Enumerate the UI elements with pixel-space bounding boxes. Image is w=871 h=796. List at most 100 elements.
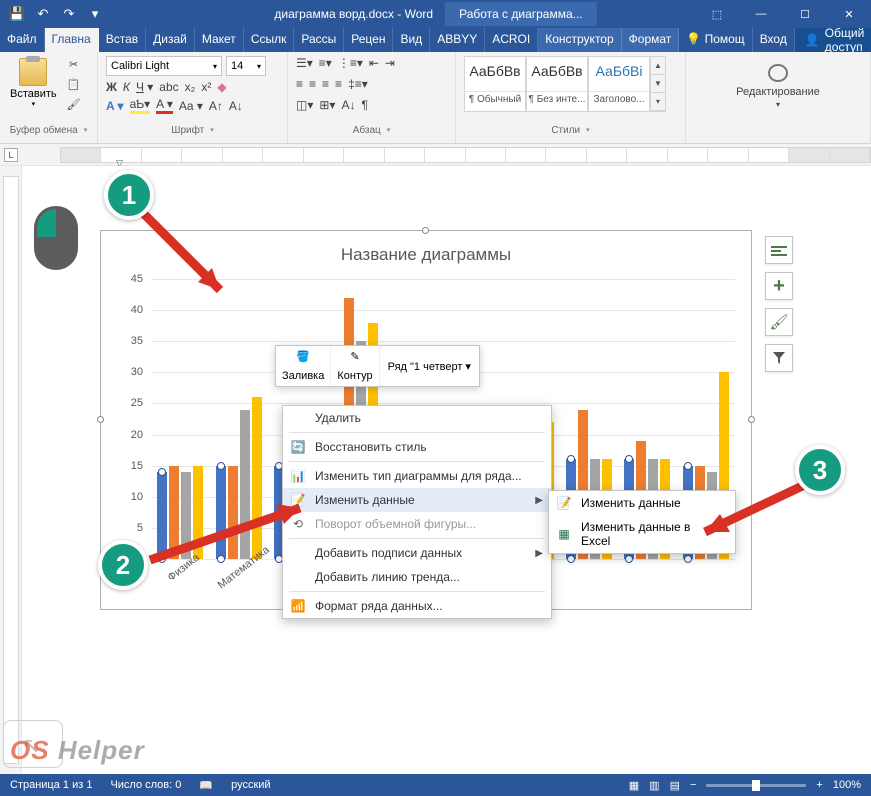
style-no-spacing[interactable]: АаБбВв¶ Без инте... <box>526 56 588 112</box>
font-color-button[interactable]: A ▾ <box>156 97 173 114</box>
underline-button[interactable]: Ч ▾ <box>136 80 153 94</box>
copy-button[interactable]: 📋 <box>65 76 83 92</box>
styles-down-button[interactable]: ▼ <box>651 75 665 93</box>
tab-abbyy[interactable]: ABBYY <box>430 28 485 52</box>
tab-references[interactable]: Ссылк <box>244 28 295 52</box>
menu-3d-rotation[interactable]: ⟲Поворот объемной фигуры... <box>283 512 551 536</box>
undo-button[interactable]: ↶ <box>32 3 54 25</box>
shrink-font-button[interactable]: A↓ <box>229 99 243 113</box>
cut-button[interactable]: ✂ <box>65 56 83 72</box>
zoom-level[interactable]: 100% <box>833 779 861 791</box>
menu-add-data-labels[interactable]: Добавить подписи данных▶ <box>283 541 551 565</box>
menu-delete[interactable]: Удалить <box>283 406 551 430</box>
maximize-button[interactable]: ☐ <box>783 0 827 28</box>
zoom-slider[interactable] <box>706 784 806 787</box>
menu-reset-style[interactable]: 🔄Восстановить стиль <box>283 435 551 459</box>
align-right-button[interactable]: ≡ <box>322 77 329 91</box>
document-title: диаграмма ворд.docx - Word <box>274 7 433 21</box>
fill-button[interactable]: 🪣Заливка <box>276 346 331 386</box>
editing-button[interactable]: Редактирование▾ <box>694 56 862 116</box>
sort-button[interactable]: A↓ <box>341 98 355 112</box>
tab-view[interactable]: Вид <box>393 28 430 52</box>
tab-insert[interactable]: Встав <box>99 28 146 52</box>
tab-design[interactable]: Дизай <box>146 28 195 52</box>
tab-home[interactable]: Главна <box>45 28 99 52</box>
style-normal[interactable]: АаБбВв¶ Обычный <box>464 56 526 112</box>
word-count[interactable]: Число слов: 0 <box>110 779 181 791</box>
shading-button[interactable]: ◫▾ <box>296 98 313 112</box>
tab-layout[interactable]: Макет <box>195 28 244 52</box>
page-indicator[interactable]: Страница 1 из 1 <box>10 779 92 791</box>
tab-file[interactable]: Файл <box>0 28 45 52</box>
minimize-button[interactable]: — <box>739 0 783 28</box>
close-button[interactable]: ✕ <box>827 0 871 28</box>
increase-indent-button[interactable]: ⇥ <box>385 56 395 70</box>
format-painter-button[interactable]: 🖌 <box>65 96 83 112</box>
align-left-button[interactable]: ≡ <box>296 77 303 91</box>
sign-in-button[interactable]: Вход <box>753 28 795 52</box>
styles-up-button[interactable]: ▲ <box>651 57 665 75</box>
decrease-indent-button[interactable]: ⇤ <box>369 56 379 70</box>
chart-filter-button[interactable] <box>765 344 793 372</box>
zoom-in-button[interactable]: + <box>816 779 822 791</box>
menu-format-series[interactable]: 📶Формат ряда данных... <box>283 594 551 618</box>
grow-font-button[interactable]: A↑ <box>209 99 223 113</box>
print-layout-button[interactable]: ▥ <box>649 779 659 792</box>
menu-edit-data[interactable]: 📝Изменить данные▶ <box>283 488 551 512</box>
align-center-button[interactable]: ≡ <box>309 77 316 91</box>
tell-me-button[interactable]: 💡 Помощ <box>679 28 752 52</box>
line-spacing-button[interactable]: ‡≡▾ <box>348 77 368 91</box>
tab-review[interactable]: Рецен <box>344 28 393 52</box>
style-heading1[interactable]: АаБбВіЗаголово... <box>588 56 650 112</box>
superscript-button[interactable]: x² <box>201 80 211 94</box>
horizontal-ruler[interactable]: L ▽ <box>0 144 871 166</box>
series-selector[interactable]: Ряд "1 четверт ▾ <box>380 350 479 383</box>
share-button[interactable]: 👤 Общий доступ <box>795 28 871 52</box>
resize-handle-n[interactable] <box>422 227 429 234</box>
bold-button[interactable]: Ж <box>106 80 117 94</box>
change-case-button[interactable]: Aa ▾ <box>179 99 203 113</box>
redo-button[interactable]: ↷ <box>58 3 80 25</box>
vertical-ruler[interactable] <box>0 166 22 774</box>
subscript-button[interactable]: x₂ <box>185 80 196 94</box>
tab-mailings[interactable]: Рассы <box>294 28 344 52</box>
chart-layout-button[interactable] <box>765 236 793 264</box>
qat-customize[interactable]: ▾ <box>84 3 106 25</box>
chart-styles-button[interactable]: 🖌 <box>765 308 793 336</box>
show-marks-button[interactable]: ¶ <box>361 98 367 112</box>
menu-add-trendline[interactable]: Добавить линию тренда... <box>283 565 551 589</box>
language-button[interactable]: русский <box>231 779 270 791</box>
context-menu: Удалить 🔄Восстановить стиль 📊Изменить ти… <box>282 405 552 619</box>
read-mode-button[interactable]: ▦ <box>629 779 639 792</box>
chart-elements-button[interactable]: + <box>765 272 793 300</box>
zoom-out-button[interactable]: − <box>690 779 696 791</box>
justify-button[interactable]: ≡ <box>335 77 342 91</box>
font-name-select[interactable]: Calibri Light▾ <box>106 56 222 76</box>
edit-data-icon: 📝 <box>555 495 573 511</box>
borders-button[interactable]: ⊞▾ <box>319 98 335 112</box>
clipboard-group-label: Буфер обмена <box>8 125 89 139</box>
y-axis-tick: 25 <box>131 397 143 409</box>
strike-button[interactable]: abc <box>159 80 178 94</box>
highlight-button[interactable]: aƄ▾ <box>130 97 151 114</box>
web-layout-button[interactable]: ▤ <box>670 779 680 792</box>
numbering-button[interactable]: ≡▾ <box>319 56 332 70</box>
bullets-button[interactable]: ☰▾ <box>296 56 313 70</box>
tab-acrobat[interactable]: ACROI <box>485 28 538 52</box>
resize-handle-w[interactable] <box>97 416 104 423</box>
menu-change-chart-type[interactable]: 📊Изменить тип диаграммы для ряда... <box>283 464 551 488</box>
clear-format-button[interactable]: ◆ <box>217 80 226 94</box>
italic-button[interactable]: К <box>123 80 130 94</box>
resize-handle-e[interactable] <box>748 416 755 423</box>
paste-button[interactable]: Вставить ▾ <box>8 56 59 110</box>
tab-chart-design[interactable]: Конструктор <box>538 28 621 52</box>
outline-button[interactable]: ✎Контур <box>331 346 379 386</box>
spell-check-button[interactable]: 📖 <box>199 779 213 792</box>
font-size-select[interactable]: 14▾ <box>226 56 266 76</box>
ribbon-options-button[interactable]: ⬚ <box>695 0 739 28</box>
tab-chart-format[interactable]: Формат <box>622 28 680 52</box>
text-effects-button[interactable]: A ▾ <box>106 99 124 113</box>
styles-expand-button[interactable]: ▾ <box>651 93 665 111</box>
multilevel-button[interactable]: ⋮≡▾ <box>338 56 363 70</box>
save-button[interactable]: 💾 <box>6 3 28 25</box>
